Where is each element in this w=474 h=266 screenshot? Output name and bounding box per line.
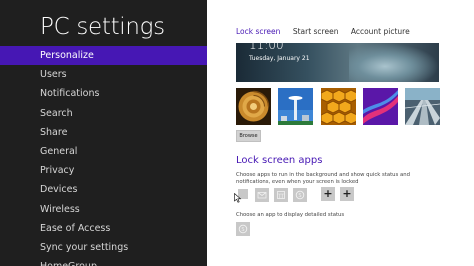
- tab-lock-screen[interactable]: Lock screen: [236, 27, 280, 36]
- thumbnail-nautilus-shell[interactable]: [236, 88, 271, 125]
- browse-button[interactable]: Browse: [236, 130, 261, 142]
- detailed-status-label: Choose an app to display detailed status: [236, 212, 345, 218]
- svg-text:S: S: [241, 227, 244, 233]
- lock-screen-preview: 11:00 Tuesday, January 21: [236, 43, 439, 82]
- sidebar-nav: Personalize Users Notifications Search S…: [0, 46, 207, 266]
- preview-background-image: [349, 43, 439, 82]
- sidebar-item-personalize[interactable]: Personalize: [0, 46, 207, 66]
- add-app-button[interactable]: +: [321, 187, 335, 201]
- svg-text:S: S: [298, 193, 301, 199]
- skype-icon: S: [293, 188, 307, 202]
- tab-start-screen[interactable]: Start screen: [293, 27, 339, 36]
- sidebar-item-wireless[interactable]: Wireless: [0, 200, 207, 219]
- skype-icon: S: [236, 222, 250, 236]
- detailed-status-app-slot[interactable]: S: [236, 221, 250, 236]
- sidebar-item-devices[interactable]: Devices: [0, 180, 207, 199]
- mouse-cursor-icon: [234, 193, 242, 203]
- mail-icon: [255, 188, 269, 202]
- page-title: PC settings: [40, 14, 165, 40]
- sidebar-item-homegroup[interactable]: HomeGroup: [0, 257, 207, 266]
- add-app-button[interactable]: +: [340, 187, 354, 201]
- sidebar-item-general[interactable]: General: [0, 142, 207, 161]
- personalize-content: Lock screen Start screen Account picture…: [207, 0, 474, 266]
- sidebar-item-notifications[interactable]: Notifications: [0, 84, 207, 103]
- app-slot-mail[interactable]: [255, 187, 269, 202]
- lock-screen-apps-description: Choose apps to run in the background and…: [236, 172, 410, 185]
- app-slot-calendar[interactable]: [274, 187, 288, 202]
- sidebar-item-sync-settings[interactable]: Sync your settings: [0, 238, 207, 257]
- thumbnail-honeycomb[interactable]: [321, 88, 356, 125]
- preview-date: Tuesday, January 21: [249, 55, 310, 62]
- app-slot-skype[interactable]: S: [293, 187, 307, 202]
- settings-sidebar: PC settings Personalize Users Notificati…: [0, 0, 207, 266]
- preview-clock: 11:00: [249, 43, 284, 52]
- sidebar-item-share[interactable]: Share: [0, 123, 207, 142]
- tab-account-picture[interactable]: Account picture: [351, 27, 410, 36]
- thumbnail-rail-tracks[interactable]: [405, 88, 440, 125]
- calendar-icon: [274, 188, 288, 202]
- personalize-tabs: Lock screen Start screen Account picture: [236, 27, 420, 36]
- lock-screen-apps-title: Lock screen apps: [236, 155, 323, 166]
- thumbnail-space-needle[interactable]: [278, 88, 313, 125]
- sidebar-item-privacy[interactable]: Privacy: [0, 161, 207, 180]
- sidebar-item-ease-of-access[interactable]: Ease of Access: [0, 219, 207, 238]
- thumbnail-abstract-ribbon[interactable]: [363, 88, 398, 125]
- sidebar-item-search[interactable]: Search: [0, 104, 207, 123]
- sidebar-item-users[interactable]: Users: [0, 65, 207, 84]
